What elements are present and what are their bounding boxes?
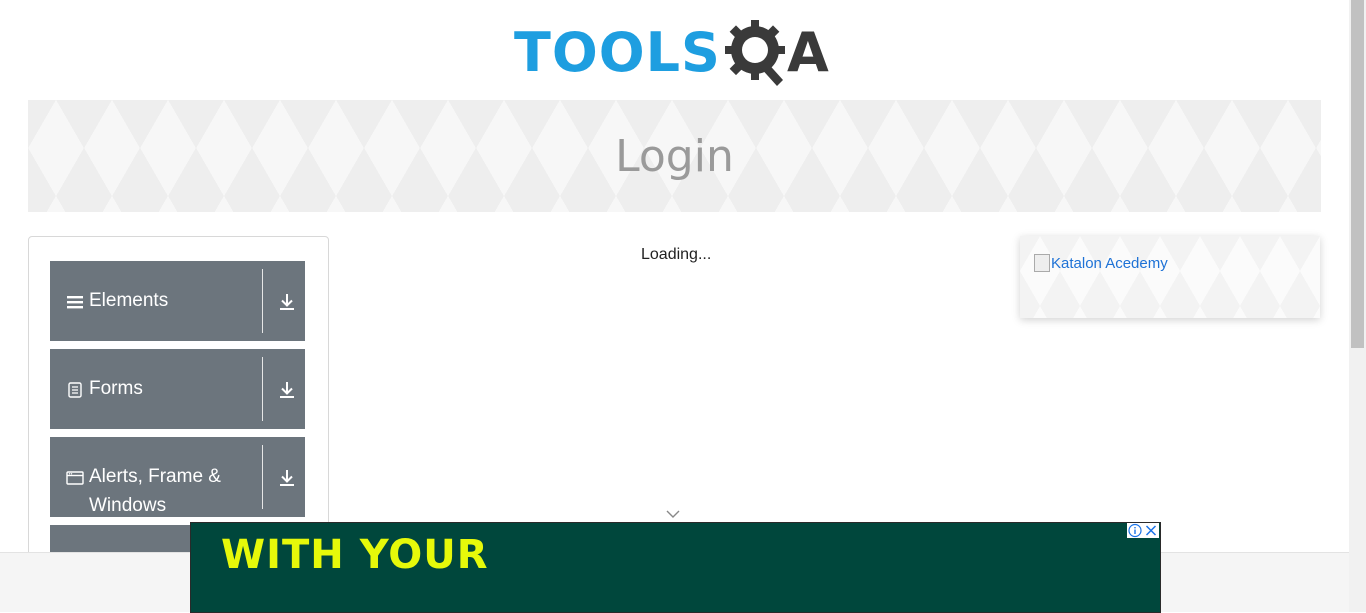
download-icon[interactable]	[276, 291, 298, 313]
download-icon[interactable]	[276, 379, 298, 401]
page-header-banner: Login	[28, 100, 1321, 212]
window-icon	[66, 471, 84, 485]
group-forms[interactable]: Forms	[50, 349, 305, 429]
ad-image-alt-text: Katalon Acedemy	[1051, 254, 1168, 272]
bottom-ad-banner[interactable]: WITH YOUR	[190, 522, 1161, 613]
document-icon	[68, 382, 82, 398]
broken-image-icon	[1034, 254, 1050, 272]
logo-a-text: A	[786, 21, 829, 84]
chevron-down-icon[interactable]	[664, 507, 682, 521]
group-label-line2: Windows	[89, 495, 167, 516]
ad-card[interactable]: Katalon Acedemy	[1020, 236, 1320, 318]
page-title: Login	[615, 130, 734, 182]
divider	[262, 357, 263, 421]
gear-magnifier-icon	[724, 20, 785, 86]
group-label: Elements	[89, 290, 169, 311]
group-elements[interactable]: Elements	[50, 261, 305, 341]
ad-info-icon[interactable]	[1127, 523, 1143, 538]
logo-qa-mark: A	[723, 16, 829, 90]
group-label: Alerts, Frame &	[89, 466, 221, 487]
group-label: Forms	[89, 378, 143, 399]
group-alerts-frame-windows[interactable]: Alerts, Frame & Windows	[50, 437, 305, 517]
divider	[262, 445, 263, 509]
download-icon[interactable]	[276, 467, 298, 489]
divider	[262, 269, 263, 333]
ad-close-icon[interactable]	[1143, 523, 1159, 538]
scrollbar-thumb[interactable]	[1351, 0, 1364, 348]
vertical-scrollbar[interactable]	[1349, 0, 1366, 612]
loading-text: Loading...	[641, 246, 712, 263]
toolsqa-logo[interactable]: TOOLS A	[514, 14, 838, 92]
ad-image-link[interactable]: Katalon Acedemy	[1034, 254, 1168, 272]
page: TOOLS A Login Elements Forms Alerts, Fra…	[0, 0, 1349, 612]
logo-tools-text: TOOLS	[514, 21, 721, 84]
hamburger-icon	[67, 296, 83, 309]
ad-headline: WITH YOUR	[221, 532, 489, 578]
